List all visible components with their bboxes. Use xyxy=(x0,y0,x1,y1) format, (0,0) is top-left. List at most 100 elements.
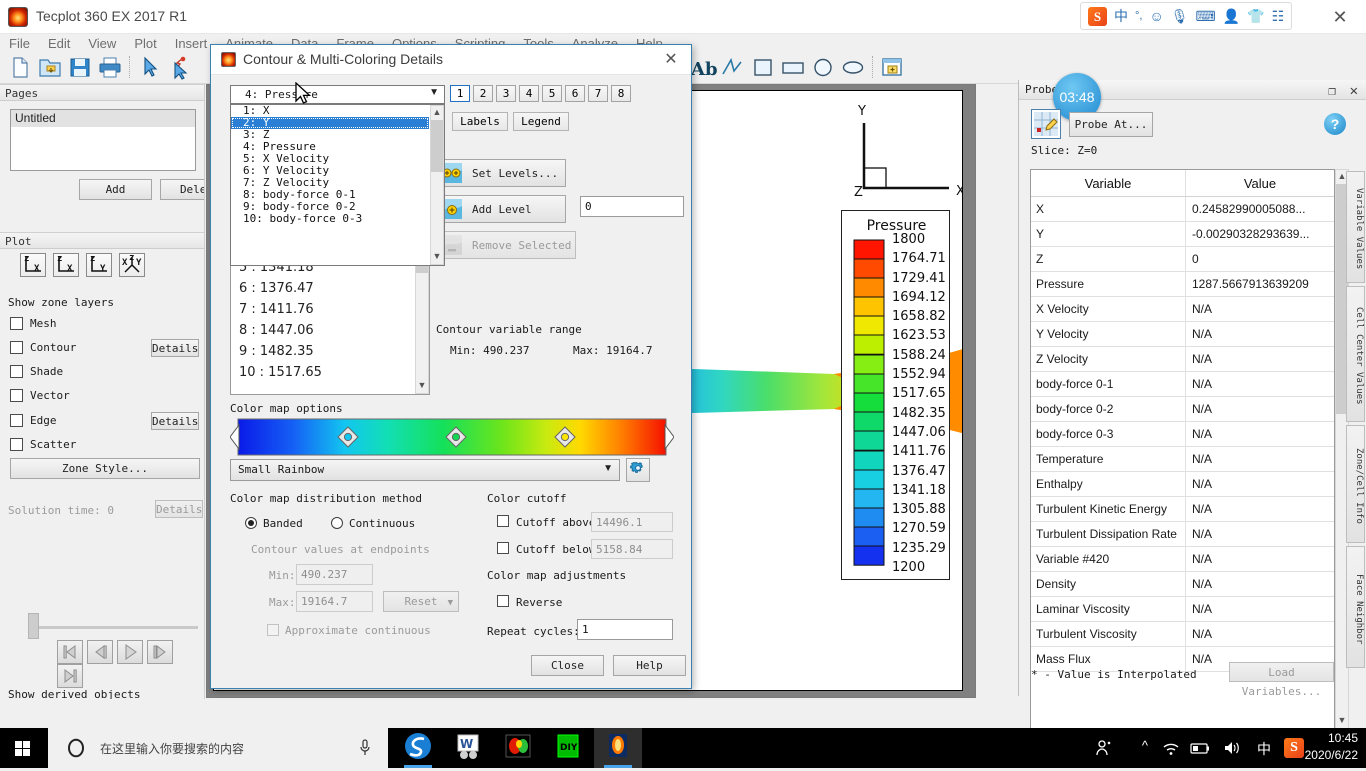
zone-layer-scatter[interactable]: Scatter xyxy=(0,433,204,457)
zone-layer-mesh[interactable]: Mesh xyxy=(0,312,204,336)
list-item[interactable]: 8 : 1447.06 xyxy=(231,320,416,341)
dropdown-scrollbar[interactable]: ▲ ▼ xyxy=(430,105,444,265)
cutoff-above-row[interactable]: Cutoff above: xyxy=(497,515,602,529)
dialog-close-icon[interactable]: ✕ xyxy=(659,48,683,71)
pages-list[interactable]: Untitled xyxy=(10,109,196,171)
contour-group-tab-8[interactable]: 8 xyxy=(611,85,631,102)
sogou-browser-icon[interactable] xyxy=(394,728,442,768)
ime-punctuation-toggle[interactable]: °, xyxy=(1135,10,1142,22)
table-row[interactable]: Variable #420 N/A xyxy=(1031,547,1334,572)
open-folder-icon[interactable] xyxy=(35,53,65,82)
contour-legend[interactable]: Pressure 1800 1764.71 1729.41 1694.12 16… xyxy=(841,210,950,580)
repeat-cycles-input[interactable] xyxy=(577,619,673,640)
reverse-row[interactable]: Reverse xyxy=(497,595,562,609)
add-level-value-input[interactable] xyxy=(580,196,684,217)
contour-group-tab-3[interactable]: 3 xyxy=(496,85,516,102)
polyline-icon[interactable] xyxy=(718,53,748,82)
menu-item-view[interactable]: View xyxy=(79,34,125,53)
colormap-settings-button[interactable] xyxy=(626,458,650,482)
play-icon[interactable] xyxy=(117,640,143,664)
ime-floating-toolbar[interactable]: S 中 °, ☺ 🎙 ⌨ 👤 👕 ☷ xyxy=(1080,2,1293,30)
table-row[interactable]: Y -0.00290328293639... xyxy=(1031,222,1334,247)
tab-legend[interactable]: Legend xyxy=(513,112,569,131)
continuous-radio-row[interactable]: Continuous xyxy=(331,516,415,530)
microphone-icon[interactable]: 🎙 xyxy=(1171,8,1189,25)
select-arrow-icon[interactable] xyxy=(134,53,164,82)
contour-checkbox[interactable] xyxy=(10,341,23,354)
add-page-button[interactable]: Add xyxy=(79,179,152,200)
chevron-down-icon[interactable]: ▼ xyxy=(429,87,439,98)
tab-zone-cell-info[interactable]: Zone/Cell Info xyxy=(1346,425,1365,543)
sogou-ime-tray-icon[interactable]: S xyxy=(1284,738,1304,758)
table-row[interactable]: Enthalpy N/A xyxy=(1031,472,1334,497)
probe-pencil-icon[interactable] xyxy=(1031,109,1061,139)
contour-variable-dropdown-list[interactable]: 1: X 2: Y 3: Z 4: Pressure 5: X Velocity 6: Y… xyxy=(230,104,445,266)
table-row[interactable]: Y Velocity N/A xyxy=(1031,322,1334,347)
ellipse-icon[interactable] xyxy=(838,53,868,82)
table-row[interactable]: body-force 0-2 N/A xyxy=(1031,397,1334,422)
table-row[interactable]: Z Velocity N/A xyxy=(1031,347,1334,372)
scroll-up-arrow[interactable]: ▲ xyxy=(431,106,443,120)
table-row[interactable]: Turbulent Dissipation Rate N/A xyxy=(1031,522,1334,547)
table-row[interactable]: Density N/A xyxy=(1031,572,1334,597)
solution-time-slider-handle[interactable] xyxy=(28,613,39,639)
table-row[interactable]: Temperature N/A xyxy=(1031,447,1334,472)
banded-radio-row[interactable]: Banded xyxy=(245,516,303,530)
contour-group-tab-5[interactable]: 5 xyxy=(542,85,562,102)
volume-icon[interactable] xyxy=(1222,740,1242,756)
ime-language-indicator[interactable]: 中 xyxy=(1257,739,1271,759)
probe-at-button[interactable]: Probe At... xyxy=(1069,112,1153,137)
tab-variable-values[interactable]: Variable Values xyxy=(1346,171,1365,283)
menu-item-insert[interactable]: Insert xyxy=(166,34,217,53)
tab-labels[interactable]: Labels xyxy=(452,112,508,131)
scrollbar-thumb[interactable] xyxy=(431,120,443,172)
scroll-down-arrow[interactable]: ▼ xyxy=(1336,714,1348,728)
table-row[interactable]: Turbulent Kinetic Energy N/A xyxy=(1031,497,1334,522)
zone-layer-vector[interactable]: Vector xyxy=(0,384,204,408)
table-row[interactable]: body-force 0-1 N/A xyxy=(1031,372,1334,397)
zx-view-icon[interactable]: zX xyxy=(20,253,46,277)
shade-checkbox[interactable] xyxy=(10,365,23,378)
edge-checkbox[interactable] xyxy=(10,414,23,427)
clock-time[interactable]: 10:45 xyxy=(1328,731,1358,745)
list-item[interactable]: 9 : 1482.35 xyxy=(231,341,416,362)
list-item[interactable]: 7 : 1411.76 xyxy=(231,299,416,320)
battery-icon[interactable] xyxy=(1189,742,1211,755)
skip-last-icon[interactable] xyxy=(57,664,83,688)
help-button[interactable]: Help xyxy=(613,655,686,676)
panels-icon[interactable]: ☷ xyxy=(1272,8,1285,25)
list-item[interactable]: 10 : 1517.65 xyxy=(231,362,416,383)
step-forward-icon[interactable] xyxy=(147,640,173,664)
contour-group-tab-1[interactable]: 1 xyxy=(450,85,470,102)
help-question-icon[interactable]: ? xyxy=(1324,113,1346,135)
scroll-down-arrow[interactable]: ▼ xyxy=(416,379,428,393)
xyz-view-icon[interactable]: XYz xyxy=(119,253,145,277)
contour-details-button[interactable]: Details xyxy=(151,339,199,357)
search-input[interactable]: 在这里输入你要搜索的内容 xyxy=(48,728,388,768)
contour-group-tab-2[interactable]: 2 xyxy=(473,85,493,102)
table-row[interactable]: body-force 0-3 N/A xyxy=(1031,422,1334,447)
table-row[interactable]: X Velocity N/A xyxy=(1031,297,1334,322)
zone-style-button[interactable]: Zone Style... xyxy=(10,458,200,479)
close-button[interactable]: Close xyxy=(531,655,604,676)
user-card-icon[interactable]: 👤 xyxy=(1223,8,1240,25)
contour-group-tab-7[interactable]: 7 xyxy=(588,85,608,102)
shirt-icon[interactable]: 👕 xyxy=(1247,8,1264,25)
tab-cell-center-values[interactable]: Cell Center Values xyxy=(1346,286,1365,422)
scatter-checkbox[interactable] xyxy=(10,438,23,451)
table-row[interactable]: X 0.24582990005088... xyxy=(1031,197,1334,222)
menu-item-plot[interactable]: Plot xyxy=(125,34,165,53)
restore-window-icon[interactable]: ❐ xyxy=(1328,82,1336,102)
solution-time-slider-track[interactable] xyxy=(28,626,198,629)
zone-layer-shade[interactable]: Shade xyxy=(0,360,204,384)
adjuster-arrow-icon[interactable] xyxy=(164,53,194,82)
menu-item-edit[interactable]: Edit xyxy=(39,34,79,53)
zone-layer-edge[interactable]: Edge Details xyxy=(0,409,204,433)
rectangle-icon[interactable] xyxy=(778,53,808,82)
chevron-down-icon[interactable]: ▼ xyxy=(603,463,613,474)
keyboard-icon[interactable]: ⌨ xyxy=(1196,8,1216,25)
close-icon[interactable]: ✕ xyxy=(1350,81,1358,101)
table-row[interactable]: Laminar Viscosity N/A xyxy=(1031,597,1334,622)
banded-radio[interactable] xyxy=(245,517,257,529)
sogou-ime-logo-icon[interactable]: S xyxy=(1088,6,1107,26)
